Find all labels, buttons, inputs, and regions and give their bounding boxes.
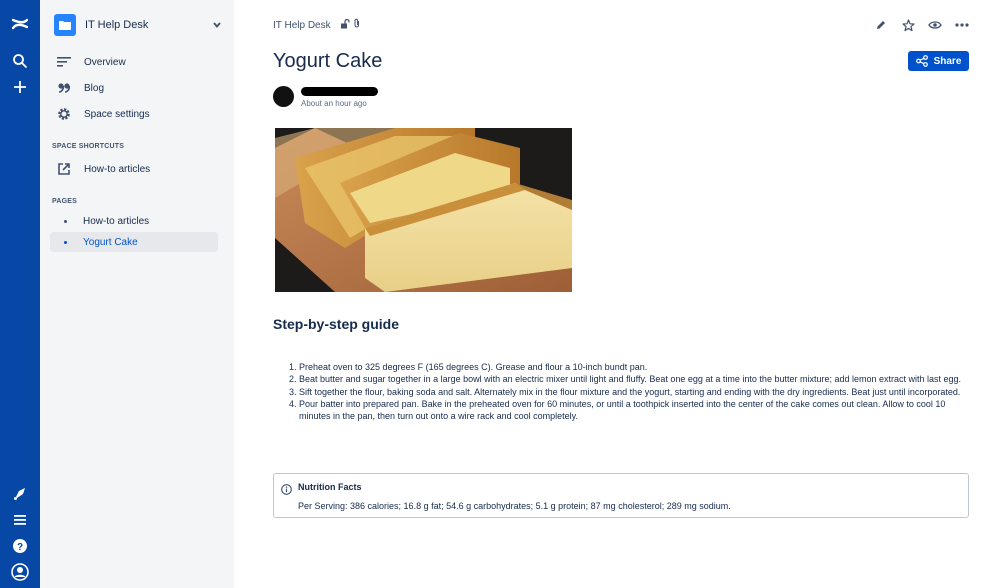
pages-heading: PAGES xyxy=(52,198,77,205)
sidebar-item-space-settings[interactable]: Space settings xyxy=(54,103,222,125)
shortcut-how-to-articles[interactable]: How-to articles xyxy=(54,158,222,180)
sidebar-item-blog[interactable]: Blog xyxy=(54,77,222,99)
share-label: Share xyxy=(933,55,962,67)
space-logo-icon xyxy=(54,14,76,36)
avatar[interactable] xyxy=(273,86,294,107)
global-nav-rail: ? xyxy=(0,0,40,588)
external-link-icon xyxy=(54,161,74,177)
space-name: IT Help Desk xyxy=(85,19,149,31)
share-button[interactable]: Share xyxy=(908,51,969,71)
space-shortcuts-heading: SPACE SHORTCUTS xyxy=(52,143,125,150)
more-options-icon[interactable] xyxy=(953,16,971,34)
step-item: Pour batter into prepared pan. Bake in t… xyxy=(299,398,971,423)
sidebar-item-overview[interactable]: Overview xyxy=(54,51,222,73)
watch-eye-icon[interactable] xyxy=(926,16,944,34)
search-icon[interactable] xyxy=(8,49,32,73)
page-tree-item-yogurt-cake[interactable]: Yogurt Cake xyxy=(50,232,218,252)
sidebar-item-label: Space settings xyxy=(84,108,150,120)
page-title: Yogurt Cake xyxy=(273,50,383,72)
panel-body: Per Serving: 386 calories; 16.8 g fat; 5… xyxy=(298,501,731,511)
bullet-icon xyxy=(64,240,67,244)
page-tree-label: How-to articles xyxy=(83,215,150,227)
steps-list: Preheat oven to 325 degrees F (165 degre… xyxy=(299,361,971,422)
space-sidebar: IT Help Desk Overview Blog Space setting… xyxy=(40,0,234,588)
chevron-down-icon[interactable] xyxy=(212,16,222,34)
profile-icon[interactable] xyxy=(8,560,32,584)
help-icon[interactable]: ? xyxy=(8,534,32,558)
overview-icon xyxy=(54,54,74,70)
page-tree-item-how-to-articles[interactable]: How-to articles xyxy=(50,211,218,231)
step-item: Beat butter and sugar together in a larg… xyxy=(299,373,971,385)
share-icon xyxy=(915,55,928,67)
gear-icon xyxy=(54,106,74,122)
step-item: Sift together the flour, baking soda and… xyxy=(299,386,971,398)
redacted-author-name xyxy=(301,87,378,96)
nutrition-info-panel: Nutrition Facts Per Serving: 386 calorie… xyxy=(273,473,969,518)
sidebar-item-label: How-to articles xyxy=(84,163,151,175)
panel-title: Nutrition Facts xyxy=(298,482,362,492)
attachment-icon[interactable] xyxy=(353,18,361,32)
sidebar-item-label: Overview xyxy=(84,56,126,68)
page-tree-label: Yogurt Cake xyxy=(83,236,138,248)
svg-text:?: ? xyxy=(17,542,23,553)
breadcrumb-space-link[interactable]: IT Help Desk xyxy=(273,20,331,31)
step-by-step-heading: Step-by-step guide xyxy=(273,316,400,332)
menu-icon[interactable] xyxy=(8,508,32,532)
step-item: Preheat oven to 325 degrees F (165 degre… xyxy=(299,361,971,373)
sidebar-item-label: Blog xyxy=(84,82,105,94)
page-actions xyxy=(872,16,971,34)
notifications-icon[interactable] xyxy=(8,482,32,506)
yogurt-cake-photo xyxy=(275,128,572,292)
breadcrumb: IT Help Desk xyxy=(273,18,361,32)
edit-pencil-icon[interactable] xyxy=(872,16,890,34)
create-icon[interactable] xyxy=(8,75,32,99)
blog-quote-icon xyxy=(54,80,74,96)
unlock-icon[interactable] xyxy=(340,18,350,32)
bullet-icon xyxy=(64,219,67,223)
last-updated-timestamp: About an hour ago xyxy=(301,99,367,108)
author-byline: About an hour ago xyxy=(273,85,378,108)
star-icon[interactable] xyxy=(899,16,917,34)
confluence-logo-icon[interactable] xyxy=(8,12,32,36)
space-switcher[interactable]: IT Help Desk xyxy=(54,13,222,37)
info-icon xyxy=(281,482,292,500)
